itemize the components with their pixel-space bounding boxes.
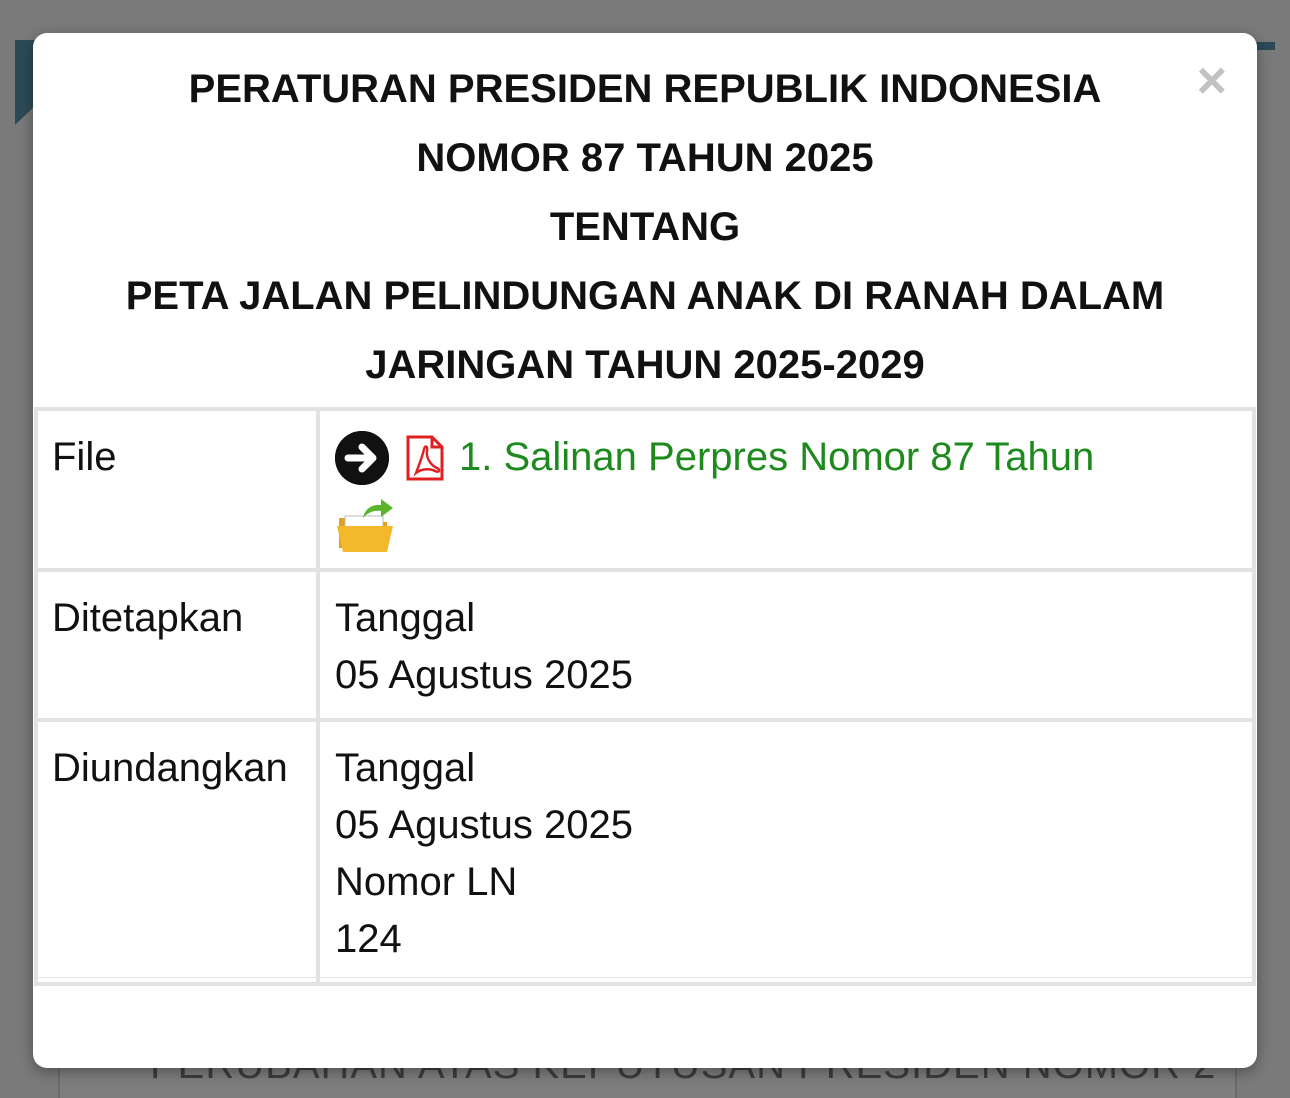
folder-open-icon[interactable] bbox=[335, 496, 397, 554]
file-link-line: 1. Salinan Perpres Nomor 87 Tahun bbox=[335, 429, 1238, 486]
row-label-diundangkan: Diundangkan bbox=[34, 718, 320, 986]
file-download-link[interactable]: 1. Salinan Perpres Nomor 87 Tahun bbox=[459, 429, 1094, 486]
modal-title-line-1: PERATURAN PRESIDEN REPUBLIK INDONESIA bbox=[188, 67, 1102, 111]
ditetapkan-date: 05 Agustus 2025 bbox=[335, 653, 634, 697]
row-value-diundangkan: Tanggal 05 Agustus 2025 Nomor LN 124 bbox=[316, 718, 1256, 986]
diundangkan-tanggal-label: Tanggal bbox=[335, 746, 476, 790]
row-value-ditetapkan: Tanggal 05 Agustus 2025 bbox=[316, 568, 1256, 722]
row-label-ditetapkan: Ditetapkan bbox=[34, 568, 320, 722]
modal-title-line-5: JARINGAN TAHUN 2025-2029 bbox=[365, 343, 925, 387]
diundangkan-date: 05 Agustus 2025 bbox=[335, 803, 634, 847]
document-detail-table: File 1. Salinan Perpres Nomor 87 Tahun D… bbox=[34, 407, 1256, 986]
modal-title-line-4: PETA JALAN PELINDUNGAN ANAK DI RANAH DAL… bbox=[125, 274, 1165, 318]
diundangkan-nomor-ln-label: Nomor LN bbox=[335, 860, 518, 904]
arrow-right-circle-icon[interactable] bbox=[335, 430, 389, 485]
table-row-ditetapkan: Ditetapkan Tanggal 05 Agustus 2025 bbox=[34, 568, 1256, 722]
pdf-icon bbox=[405, 435, 445, 481]
modal-title-line-3: TENTANG bbox=[549, 205, 741, 249]
close-button[interactable]: × bbox=[1197, 55, 1227, 107]
modal-header: PERATURAN PRESIDEN REPUBLIK INDONESIA NO… bbox=[33, 33, 1257, 407]
row-value-file: 1. Salinan Perpres Nomor 87 Tahun bbox=[316, 407, 1256, 572]
document-detail-modal: PERATURAN PRESIDEN REPUBLIK INDONESIA NO… bbox=[33, 33, 1257, 1068]
row-label-file: File bbox=[34, 407, 320, 572]
modal-footer bbox=[33, 977, 1257, 1068]
table-row-diundangkan: Diundangkan Tanggal 05 Agustus 2025 Nomo… bbox=[34, 718, 1256, 986]
diundangkan-nomor-ln-value: 124 bbox=[335, 917, 402, 961]
table-row-file: File 1. Salinan Perpres Nomor 87 Tahun bbox=[34, 407, 1256, 572]
modal-title-line-2: NOMOR 87 TAHUN 2025 bbox=[416, 136, 874, 180]
ditetapkan-tanggal-label: Tanggal bbox=[335, 596, 476, 640]
